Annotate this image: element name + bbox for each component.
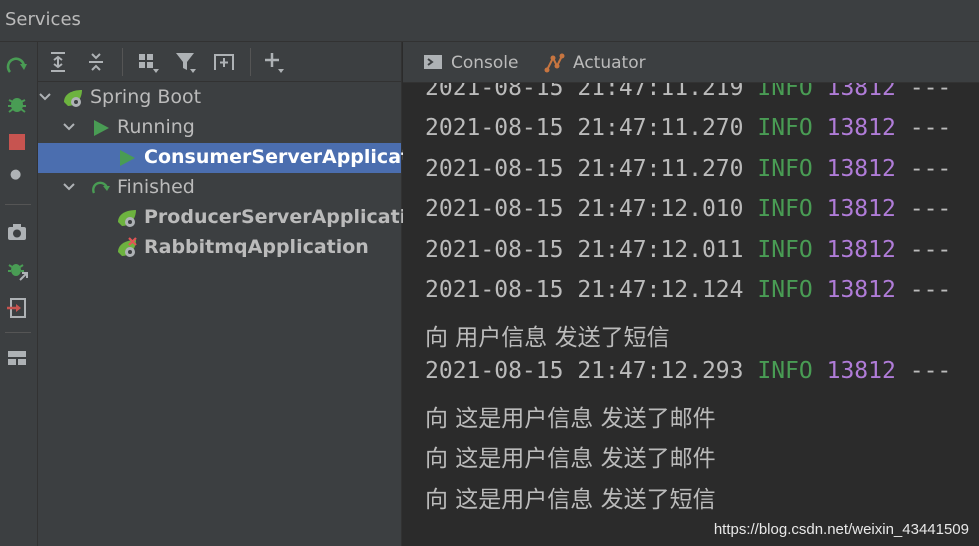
tree-node-producer-server-application[interactable]: ProducerServerApplication [38, 203, 433, 233]
log-line: 2021-08-15 21:47:12.011 INFO 13812 --- [425, 237, 952, 263]
window-title: Services [5, 9, 81, 30]
tab-label: Actuator [573, 53, 646, 73]
log-message: 向 用户信息 发送了短信 [425, 325, 670, 351]
expand-all-icon[interactable] [46, 50, 70, 74]
tab-bar: Console Actuator [403, 42, 979, 83]
tree-node-label: Running [117, 116, 195, 138]
log-line: 2021-08-15 21:47:12.124 INFO 13812 --- [425, 277, 952, 303]
console-output[interactable]: 2021-08-15 21:47:11.219 INFO 13812 --- 2… [403, 83, 979, 546]
log-line: 2021-08-15 21:47:11.270 INFO 13812 --- [425, 115, 952, 141]
services-tree-panel: Spring Boot Running ConsumerServerApplic… [38, 42, 443, 546]
spring-boot-error-icon [118, 237, 137, 257]
left-toolbar [0, 42, 38, 546]
tab-label: Console [451, 53, 519, 73]
toolbar-divider [250, 48, 251, 76]
debug-attach-icon[interactable] [5, 258, 29, 282]
stop-icon[interactable] [5, 130, 29, 154]
filter-icon[interactable] [174, 50, 198, 74]
tree-node-label: Spring Boot [90, 86, 202, 108]
toolbar-divider [5, 204, 31, 205]
tree-toolbar [38, 42, 402, 82]
tree-node-rabbitmq-application[interactable]: RabbitmqApplication [38, 233, 401, 263]
exit-icon[interactable] [5, 296, 29, 320]
tree-node-label: ConsumerServerApplication [144, 146, 444, 168]
chevron-down-icon[interactable] [62, 180, 76, 194]
log-message: 向 这是用户信息 发送了邮件 [425, 446, 716, 472]
collapse-all-icon[interactable] [84, 50, 108, 74]
watermark: https://blog.csdn.net/weixin_43441509 [713, 521, 969, 538]
chevron-down-icon[interactable] [62, 120, 76, 134]
tree-node-consumer-server-application[interactable]: ConsumerServerApplication [38, 143, 443, 173]
chevron-down-icon[interactable] [38, 90, 52, 104]
debug-icon[interactable] [5, 92, 29, 116]
layout-icon[interactable] [5, 346, 29, 370]
tab-console[interactable]: Console [421, 42, 533, 82]
tree-node-spring-boot[interactable]: Spring Boot [38, 83, 401, 113]
log-line: 2021-08-15 21:47:12.010 INFO 13812 --- [425, 196, 952, 222]
toolbar-divider [122, 48, 123, 76]
toolbar-divider [5, 332, 31, 333]
title-bar: Services [0, 0, 979, 42]
camera-icon[interactable] [5, 220, 29, 244]
wrench-icon[interactable] [5, 168, 29, 192]
new-tab-icon[interactable] [212, 50, 236, 74]
tree-node-label: ProducerServerApplication [144, 206, 433, 228]
log-message: 向 这是用户信息 发送了邮件 [425, 406, 716, 432]
log-line: 2021-08-15 21:47:11.270 INFO 13812 --- [425, 156, 952, 182]
tree-node-label: RabbitmqApplication [144, 236, 369, 258]
rerun-icon [92, 181, 110, 194]
run-icon [120, 150, 135, 166]
rerun-icon[interactable] [5, 54, 29, 78]
run-icon [94, 120, 109, 136]
tree-node-finished[interactable]: Finished [38, 173, 401, 203]
tree-node-running[interactable]: Running [38, 113, 401, 143]
group-by-icon[interactable] [136, 50, 160, 74]
actuator-icon [544, 53, 565, 73]
console-area: Console Actuator 2021-08-15 21:47:11.219… [403, 42, 979, 546]
log-line: 2021-08-15 21:47:11.219 INFO 13812 --- [425, 83, 952, 101]
console-icon [424, 55, 442, 69]
spring-boot-icon [64, 90, 82, 107]
add-icon[interactable] [262, 50, 286, 74]
tab-actuator[interactable]: Actuator [543, 42, 663, 82]
log-line: 2021-08-15 21:47:12.293 INFO 13812 --- [425, 358, 952, 384]
tree-node-label: Finished [117, 176, 195, 198]
spring-boot-icon [118, 210, 136, 227]
log-message: 向 这是用户信息 发送了短信 [425, 487, 716, 513]
